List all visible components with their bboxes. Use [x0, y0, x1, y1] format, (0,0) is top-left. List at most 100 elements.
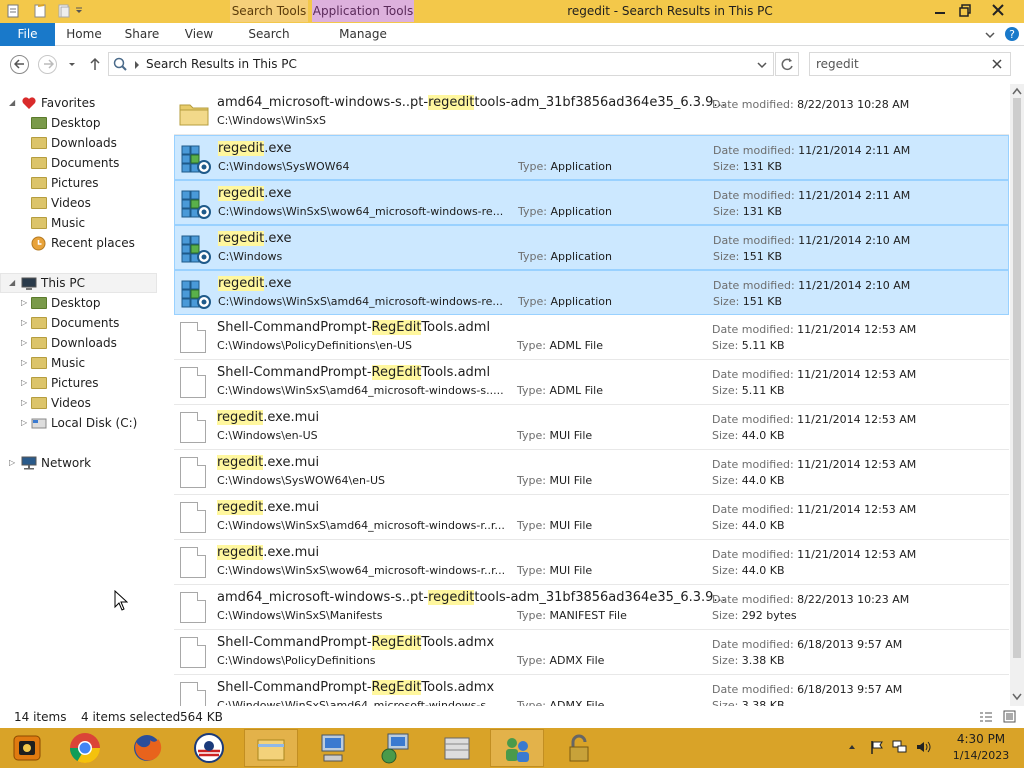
- back-button[interactable]: [10, 55, 29, 74]
- tab-file[interactable]: File: [0, 23, 55, 46]
- name-match-highlight: RegEdit: [371, 320, 422, 335]
- result-row[interactable]: regedit.exe C:\Windows\WinSxS\wow64_micro…: [174, 180, 1009, 225]
- tab-manage[interactable]: Manage: [312, 23, 414, 46]
- context-tab-search-tools: Search Tools: [230, 0, 308, 22]
- taskbar-network-globe[interactable]: [368, 729, 422, 767]
- tab-share[interactable]: Share: [116, 23, 168, 46]
- taskbar-lock[interactable]: [552, 729, 606, 767]
- qat-customize-icon[interactable]: [74, 3, 84, 19]
- close-button[interactable]: [985, 0, 1011, 22]
- tab-search[interactable]: Search: [230, 23, 308, 46]
- nav-network[interactable]: Network: [41, 453, 91, 473]
- result-row[interactable]: Shell-CommandPrompt-RegEditTools.admx C:\…: [174, 675, 1009, 706]
- expand-icon[interactable]: ▷: [21, 353, 31, 373]
- minimize-button[interactable]: [926, 0, 954, 22]
- result-type: Type: ADML File: [517, 384, 603, 397]
- result-row[interactable]: Shell-CommandPrompt-RegEditTools.adml C:\…: [174, 315, 1009, 360]
- forward-button[interactable]: [38, 55, 57, 74]
- scroll-down-icon[interactable]: [1012, 693, 1022, 701]
- result-row[interactable]: Shell-CommandPrompt-RegEditTools.admx C:\…: [174, 630, 1009, 675]
- scroll-up-icon[interactable]: [1012, 87, 1022, 95]
- new-folder-icon[interactable]: [32, 3, 48, 19]
- refresh-button[interactable]: [775, 52, 799, 76]
- expand-icon[interactable]: ▷: [21, 413, 31, 433]
- result-row[interactable]: regedit.exe.mui C:\Windows\WinSxS\amd64_m…: [174, 495, 1009, 540]
- result-row[interactable]: regedit.exe.mui C:\Windows\SysWOW64\en-US…: [174, 450, 1009, 495]
- type-label: Type:: [517, 429, 546, 442]
- result-name[interactable]: amd64_microsoft-windows-s..pt-regedittoo…: [217, 590, 726, 605]
- collapse-thispc-icon[interactable]: ◢: [9, 273, 19, 293]
- clock-date[interactable]: 1/14/2023: [944, 749, 1018, 762]
- result-name[interactable]: Shell-CommandPrompt-RegEditTools.adml: [217, 320, 490, 335]
- up-arrow-icon[interactable]: [88, 57, 102, 71]
- taskbar-obama-logo[interactable]: [182, 729, 236, 767]
- type-value: Application: [550, 160, 612, 173]
- large-icons-view-icon[interactable]: [1003, 710, 1016, 723]
- help-icon[interactable]: ?: [1004, 26, 1020, 42]
- result-name[interactable]: amd64_microsoft-windows-s..pt-regedittoo…: [217, 95, 726, 110]
- recent-locations-icon[interactable]: [67, 60, 77, 70]
- type-value: MUI File: [549, 519, 593, 532]
- chrome-icon: [70, 733, 100, 764]
- tab-view[interactable]: View: [173, 23, 225, 46]
- expand-network-icon[interactable]: ▷: [9, 453, 19, 473]
- taskbar-chrome[interactable]: [58, 729, 112, 767]
- taskbar-file-explorer[interactable]: [244, 729, 298, 767]
- action-center-flag-icon[interactable]: [870, 740, 884, 754]
- result-name[interactable]: regedit.exe.mui: [217, 410, 319, 425]
- properties-icon[interactable]: [6, 3, 22, 19]
- name-suffix: tools-adm_31bf3856ad364e35_6.3.9...: [474, 590, 726, 605]
- result-name[interactable]: regedit.exe: [218, 231, 291, 246]
- nav-this-pc[interactable]: This PC: [41, 273, 85, 293]
- result-name[interactable]: Shell-CommandPrompt-RegEditTools.adml: [217, 365, 490, 380]
- result-row[interactable]: amd64_microsoft-windows-s..pt-regedittoo…: [174, 90, 1009, 135]
- tab-home[interactable]: Home: [58, 23, 110, 46]
- result-name[interactable]: regedit.exe.mui: [217, 545, 319, 560]
- result-name[interactable]: Shell-CommandPrompt-RegEditTools.admx: [217, 680, 494, 695]
- expand-icon[interactable]: ▷: [21, 333, 31, 353]
- taskbar-server[interactable]: [430, 729, 484, 767]
- result-row[interactable]: Shell-CommandPrompt-RegEditTools.adml C:\…: [174, 360, 1009, 405]
- folder-icon[interactable]: [56, 3, 72, 19]
- result-name[interactable]: regedit.exe.mui: [217, 455, 319, 470]
- result-name[interactable]: regedit.exe: [218, 186, 291, 201]
- show-hidden-icons-icon[interactable]: [848, 743, 856, 751]
- size-value: 131 KB: [742, 160, 783, 173]
- result-path: C:\Windows\SysWOW64: [218, 160, 350, 173]
- search-input[interactable]: [816, 56, 986, 72]
- result-name[interactable]: regedit.exe.mui: [217, 500, 319, 515]
- volume-icon[interactable]: [916, 740, 932, 754]
- address-dropdown-icon[interactable]: [757, 60, 767, 70]
- search-box[interactable]: [809, 52, 1011, 76]
- taskbar-users[interactable]: [490, 729, 544, 767]
- vertical-scrollbar[interactable]: [1010, 84, 1024, 706]
- result-name[interactable]: regedit.exe: [218, 141, 291, 156]
- network-tray-icon[interactable]: [892, 740, 908, 754]
- nav-favorites[interactable]: Favorites: [41, 93, 95, 113]
- result-row[interactable]: regedit.exe.mui C:\Windows\WinSxS\wow64_m…: [174, 540, 1009, 585]
- scrollbar-thumb[interactable]: [1013, 98, 1021, 658]
- expand-icon[interactable]: ▷: [21, 313, 31, 333]
- expand-icon[interactable]: ▷: [21, 393, 31, 413]
- restore-button[interactable]: [951, 0, 979, 22]
- taskbar-firefox[interactable]: [120, 729, 174, 767]
- breadcrumb-chevron-icon[interactable]: [133, 60, 141, 70]
- clear-search-icon[interactable]: [992, 59, 1002, 69]
- collapse-favorites-icon[interactable]: ◢: [9, 93, 19, 113]
- result-row[interactable]: amd64_microsoft-windows-s..pt-regedittoo…: [174, 585, 1009, 630]
- address-bar[interactable]: Search Results in This PC: [108, 52, 774, 76]
- start-button[interactable]: [0, 729, 54, 767]
- details-view-icon[interactable]: [979, 711, 993, 723]
- clock-time[interactable]: 4:30 PM: [944, 732, 1018, 746]
- expand-icon[interactable]: ▷: [21, 293, 31, 313]
- taskbar-network-computer[interactable]: [306, 729, 360, 767]
- result-row[interactable]: regedit.exe.mui C:\Windows\en-US Type: MUI…: [174, 405, 1009, 450]
- expand-ribbon-icon[interactable]: [985, 30, 995, 40]
- result-name[interactable]: Shell-CommandPrompt-RegEditTools.admx: [217, 635, 494, 650]
- result-name[interactable]: regedit.exe: [218, 276, 291, 291]
- svg-text:?: ?: [1009, 28, 1015, 41]
- expand-icon[interactable]: ▷: [21, 373, 31, 393]
- result-row[interactable]: regedit.exe C:\Windows\WinSxS\amd64_micro…: [174, 270, 1009, 315]
- result-row[interactable]: regedit.exe C:\Windows\SysWOW64 Type: Appl…: [174, 135, 1009, 180]
- result-row[interactable]: regedit.exe C:\Windows Type: Application Da…: [174, 225, 1009, 270]
